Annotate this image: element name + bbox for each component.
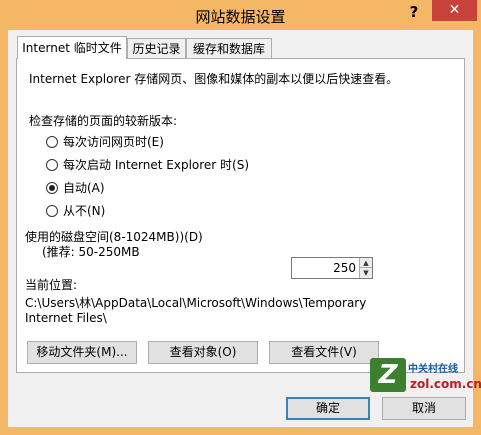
disk-space-hint: (推荐: 50-250MB	[42, 245, 140, 259]
zol-logo-icon: Z	[370, 358, 406, 392]
spinner-buttons: ▲ ▼	[359, 258, 372, 278]
radio-button-icon[interactable]	[46, 205, 58, 217]
current-location-heading: 当前位置:	[25, 278, 78, 292]
current-location-path-line2: Internet Files\	[25, 311, 107, 325]
move-folder-button[interactable]: 移动文件夹(M)...	[27, 341, 137, 364]
radio-label: 每次启动 Internet Explorer 时(S)	[63, 158, 250, 172]
radio-label: 从不(N)	[63, 204, 106, 218]
radio-label: 每次访问网页时(E)	[63, 135, 164, 149]
watermark-site-name: 中关村在线	[408, 364, 458, 375]
ok-button[interactable]: 确定	[286, 397, 370, 420]
help-button[interactable]: ?	[404, 2, 424, 22]
spin-up-icon[interactable]: ▲	[360, 258, 372, 268]
watermark-url: zol.com.cn	[410, 377, 481, 391]
disk-space-value[interactable]: 250	[333, 261, 356, 276]
tab-history[interactable]: 历史记录	[127, 38, 186, 58]
title-bar[interactable]: 网站数据设置 ? ✕	[0, 0, 481, 30]
disk-space-spinner[interactable]: 250 ▲ ▼	[291, 257, 373, 279]
view-files-button[interactable]: 查看文件(V)	[269, 341, 379, 364]
check-versions-heading: 检查存储的页面的较新版本:	[29, 114, 178, 128]
radio-label: 自动(A)	[63, 181, 105, 195]
radio-dot	[49, 185, 55, 191]
tab-panel-internet-temp-files: Internet Explorer 存储网页、图像和媒体的副本以便以后快速查看。…	[16, 58, 465, 373]
radio-button-icon[interactable]	[46, 159, 58, 171]
spin-down-icon[interactable]: ▼	[360, 268, 372, 278]
close-icon: ✕	[448, 2, 461, 18]
tab-cache-databases[interactable]: 缓存和数据库	[186, 38, 272, 58]
tab-internet-temp-files[interactable]: Internet 临时文件	[17, 36, 127, 59]
current-location-path-line1: C:\Users\林\AppData\Local\Microsoft\Windo…	[25, 296, 367, 310]
close-button[interactable]: ✕	[432, 0, 477, 21]
radio-button-selected-icon[interactable]	[46, 182, 58, 194]
disk-space-label: 使用的磁盘空间(8-1024MB))(D)	[25, 230, 203, 244]
cancel-button[interactable]: 取消	[382, 397, 466, 420]
description-text: Internet Explorer 存储网页、图像和媒体的副本以便以后快速查看。	[29, 72, 399, 86]
zol-watermark: Z 中关村在线 zol.com.cn	[370, 358, 481, 398]
view-objects-button[interactable]: 查看对象(O)	[148, 341, 258, 364]
dialog-window: 网站数据设置 ? ✕ Internet 临时文件 历史记录 缓存和数据库 Int…	[0, 0, 481, 435]
radio-button-icon[interactable]	[46, 136, 58, 148]
